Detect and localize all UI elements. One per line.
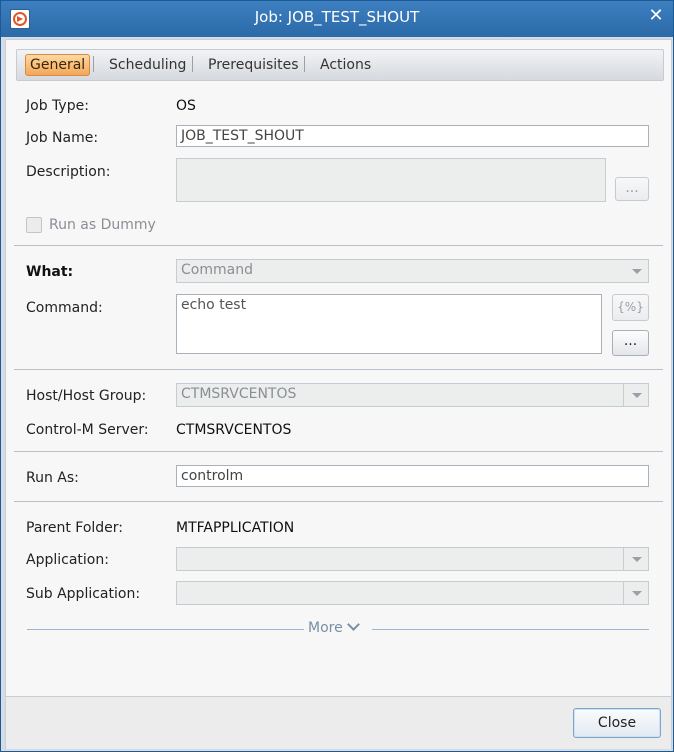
dropdown-arrow-icon bbox=[623, 582, 648, 604]
description-field[interactable] bbox=[176, 158, 606, 202]
application-select[interactable] bbox=[176, 547, 649, 571]
tab-actions[interactable]: Actions bbox=[315, 55, 376, 75]
sub-application-label: Sub Application: bbox=[26, 586, 141, 602]
what-label: What: bbox=[26, 264, 74, 280]
parent-folder-value: MTFAPPLICATION bbox=[176, 520, 295, 536]
section-divider bbox=[14, 451, 663, 452]
run-as-label: Run As: bbox=[26, 470, 79, 486]
tab-separator bbox=[192, 56, 193, 72]
host-group-value: CTMSRVCENTOS bbox=[181, 386, 297, 402]
control-m-server-value: CTMSRVCENTOS bbox=[176, 422, 292, 438]
description-more-button[interactable]: ... bbox=[615, 177, 649, 201]
command-label: Command: bbox=[26, 300, 103, 316]
tab-general[interactable]: General bbox=[25, 54, 91, 76]
host-group-label: Host/Host Group: bbox=[26, 388, 147, 404]
tab-scheduling[interactable]: Scheduling bbox=[104, 55, 191, 75]
dialog-content: General Scheduling Prerequisites Actions… bbox=[5, 39, 672, 749]
variables-button[interactable]: {%} bbox=[612, 294, 649, 321]
run-as-dummy-label: Run as Dummy bbox=[49, 217, 156, 233]
window-title: Job: JOB_TEST_SHOUT bbox=[254, 8, 420, 26]
more-button[interactable]: More bbox=[308, 618, 360, 636]
chevron-down-icon bbox=[346, 618, 360, 631]
title-bar[interactable]: Job: JOB_TEST_SHOUT ✕ bbox=[1, 1, 673, 34]
dropdown-arrow-icon bbox=[623, 548, 648, 570]
run-as-field[interactable]: controlm bbox=[176, 465, 649, 487]
section-divider bbox=[14, 245, 663, 246]
tab-bar: General Scheduling Prerequisites Actions bbox=[16, 49, 664, 81]
dropdown-arrow-icon bbox=[624, 260, 648, 282]
more-divider-left bbox=[27, 629, 304, 630]
job-name-field[interactable]: JOB_TEST_SHOUT bbox=[176, 125, 649, 147]
dropdown-arrow-icon bbox=[623, 384, 648, 406]
more-label: More bbox=[308, 620, 343, 636]
command-field[interactable]: echo test bbox=[176, 294, 602, 354]
description-label: Description: bbox=[26, 164, 111, 180]
host-group-select[interactable]: CTMSRVCENTOS bbox=[176, 383, 649, 407]
section-divider bbox=[14, 501, 663, 502]
sub-application-select[interactable] bbox=[176, 581, 649, 605]
control-m-server-label: Control-M Server: bbox=[26, 422, 149, 438]
dialog-footer: Close bbox=[6, 696, 671, 749]
tab-separator bbox=[304, 56, 305, 72]
more-divider-right bbox=[372, 629, 649, 630]
what-select-value: Command bbox=[181, 262, 253, 278]
dialog-window: Job: JOB_TEST_SHOUT ✕ General Scheduling… bbox=[0, 0, 674, 752]
run-as-dummy-checkbox[interactable] bbox=[26, 217, 42, 233]
job-type-value: OS bbox=[176, 98, 196, 114]
what-select[interactable]: Command bbox=[176, 259, 649, 283]
parent-folder-label: Parent Folder: bbox=[26, 520, 124, 536]
job-name-label: Job Name: bbox=[26, 130, 99, 146]
job-type-label: Job Type: bbox=[26, 98, 89, 114]
section-divider bbox=[14, 369, 663, 370]
tab-prerequisites[interactable]: Prerequisites bbox=[203, 55, 304, 75]
tab-separator bbox=[93, 56, 94, 72]
command-more-button[interactable]: ... bbox=[612, 330, 649, 356]
close-icon[interactable]: ✕ bbox=[646, 6, 666, 26]
application-label: Application: bbox=[26, 552, 109, 568]
close-button[interactable]: Close bbox=[573, 708, 661, 738]
